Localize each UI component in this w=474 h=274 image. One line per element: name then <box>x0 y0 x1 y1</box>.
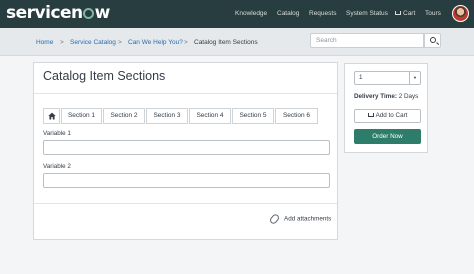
order-panel: 1 ▼ Delivery Time: 2 Days Add to Cart Or… <box>344 63 428 153</box>
nav-requests[interactable]: Requests <box>309 9 336 19</box>
breadcrumb-separator: > <box>184 39 188 46</box>
delivery-time-value: 2 Days <box>398 93 419 100</box>
nav-catalog[interactable]: Catalog <box>277 9 299 19</box>
add-to-cart-button[interactable]: Add to Cart <box>354 109 421 123</box>
chevron-down-icon: ▼ <box>409 72 420 84</box>
tab-section-6[interactable]: Section 6 <box>275 108 318 124</box>
page-title: Catalog Item Sections <box>43 69 166 83</box>
nav-knowledge[interactable]: Knowledge <box>235 9 267 19</box>
delivery-time-label: Delivery Time: <box>354 93 397 100</box>
variable-1-label: Variable 1 <box>43 130 71 137</box>
home-icon <box>48 112 56 120</box>
search-icon <box>430 37 436 43</box>
cart-icon <box>395 11 401 16</box>
breadcrumb-separator: > <box>118 39 122 46</box>
breadcrumb-service-catalog[interactable]: Service Catalog <box>70 39 116 46</box>
paperclip-icon <box>268 212 281 226</box>
search-input[interactable]: Search <box>310 33 424 48</box>
tab-home[interactable] <box>43 108 60 124</box>
add-attachments-link[interactable]: Add attachments <box>268 212 331 226</box>
variable-2-field[interactable] <box>43 173 330 188</box>
variable-1-field[interactable] <box>43 140 330 155</box>
nav-tours[interactable]: Tours <box>425 9 441 19</box>
tab-section-5[interactable]: Section 5 <box>232 108 274 124</box>
search-button[interactable] <box>424 33 441 48</box>
divider <box>34 93 337 94</box>
tab-section-2[interactable]: Section 2 <box>103 108 145 124</box>
tab-section-3[interactable]: Section 3 <box>146 108 188 124</box>
breadcrumb-separator: > <box>60 39 64 46</box>
cart-icon <box>367 113 374 118</box>
top-navbar: servicen w Knowledge Catalog Requests Sys… <box>0 0 474 28</box>
variable-2-label: Variable 2 <box>43 163 71 170</box>
divider <box>34 203 337 204</box>
breadcrumb-can-we-help[interactable]: Can We Help You? <box>128 39 183 46</box>
breadcrumb-current: Catalog Item Sections <box>194 39 258 46</box>
quantity-select[interactable]: 1 ▼ <box>354 71 421 85</box>
tab-section-4[interactable]: Section 4 <box>189 108 231 124</box>
servicenow-logo[interactable]: servicen w <box>6 3 110 23</box>
breadcrumb-home[interactable]: Home <box>36 39 53 46</box>
nav-cart[interactable]: Cart <box>395 9 415 19</box>
delivery-time: Delivery Time: 2 Days <box>354 93 418 100</box>
order-now-button[interactable]: Order Now <box>354 129 421 144</box>
nav-system-status[interactable]: System Status <box>346 9 388 19</box>
tab-section-1[interactable]: Section 1 <box>61 108 102 124</box>
user-avatar[interactable] <box>452 5 469 22</box>
catalog-item-panel: Catalog Item Sections Section 1 Section … <box>33 62 338 240</box>
